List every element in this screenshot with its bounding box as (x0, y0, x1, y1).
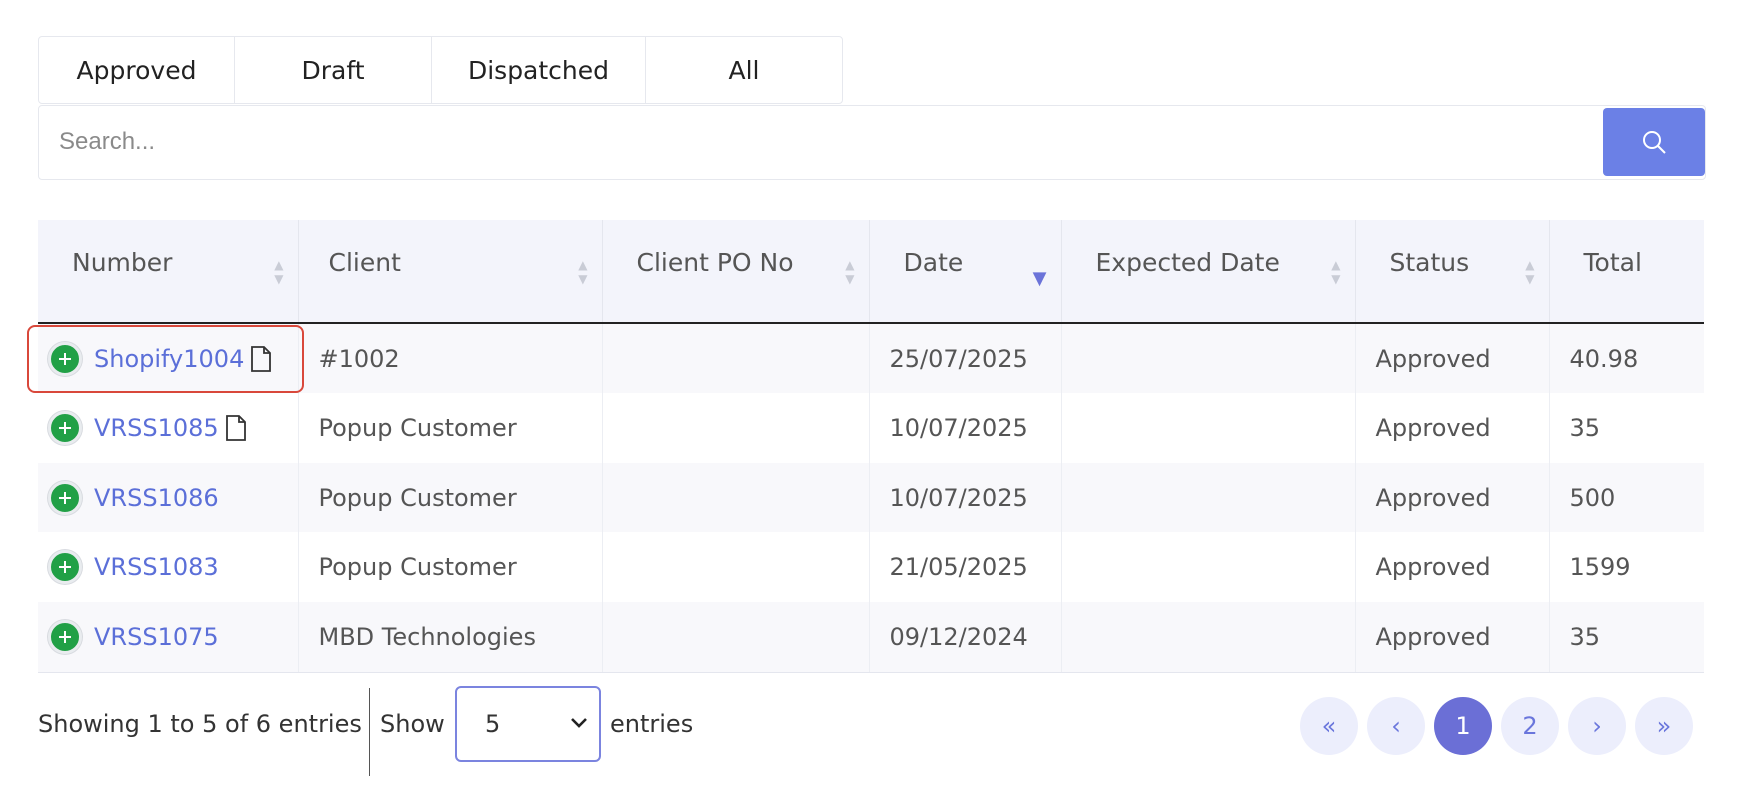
cell-client: Popup Customer (298, 393, 603, 463)
cell-expected-date (1061, 323, 1356, 393)
cell-status: Approved (1355, 532, 1550, 602)
expand-row-icon[interactable] (48, 341, 82, 376)
table-row: VRSS1083 Popup Customer 21/05/2025 Appro… (38, 532, 1704, 602)
entries-info: Showing 1 to 5 of 6 entries (38, 710, 362, 738)
header-label: Status (1389, 248, 1470, 277)
table-row: VRSS1086 Popup Customer 10/07/2025 Appro… (38, 463, 1704, 532)
cell-client-po (602, 393, 870, 463)
header-date[interactable]: Date ▼ (869, 220, 1062, 324)
header-client-po[interactable]: Client PO No ▲ ▼ (602, 220, 870, 324)
cell-total: 35 (1549, 393, 1704, 463)
cell-total: 35 (1549, 602, 1704, 673)
table-row: VRSS1085 Popup Customer 10/07/2025 Appro… (38, 393, 1704, 463)
first-page-button[interactable]: « (1300, 697, 1358, 755)
cell-date: 09/12/2024 (869, 602, 1062, 673)
cell-expected-date (1061, 532, 1356, 602)
expand-row-icon[interactable] (48, 620, 82, 654)
cell-client: MBD Technologies (298, 602, 603, 673)
cell-client-po (602, 323, 870, 393)
header-client[interactable]: Client ▲ ▼ (298, 220, 603, 324)
tab-draft[interactable]: Draft (235, 37, 432, 103)
chevron-down-icon (571, 718, 587, 728)
cell-number: VRSS1075 (38, 602, 299, 673)
show-label: Show (380, 710, 445, 738)
page-size-select[interactable]: 5 (455, 686, 601, 762)
order-link[interactable]: VRSS1086 (94, 484, 219, 512)
order-link[interactable]: VRSS1083 (94, 553, 219, 581)
cell-client-po (602, 602, 870, 673)
cell-status: Approved (1355, 323, 1550, 393)
prev-page-button[interactable]: ‹ (1367, 697, 1425, 755)
header-label: Client (328, 248, 401, 277)
cell-status: Approved (1355, 463, 1550, 532)
search-button[interactable] (1603, 108, 1705, 176)
cell-number: Shopify1004 (38, 323, 299, 393)
header-status[interactable]: Status ▲ ▼ (1355, 220, 1550, 324)
sort-icon: ▲ ▼ (274, 258, 284, 286)
document-icon[interactable] (225, 415, 247, 441)
sort-icon: ▲ ▼ (1331, 258, 1341, 286)
table-row: VRSS1075 MBD Technologies 09/12/2024 App… (38, 602, 1704, 673)
cell-expected-date (1061, 463, 1356, 532)
expand-row-icon[interactable] (48, 550, 82, 584)
cell-number: VRSS1086 (38, 463, 299, 532)
cell-client: Popup Customer (298, 463, 603, 532)
header-label: Number (72, 248, 173, 277)
order-link[interactable]: VRSS1075 (94, 623, 219, 651)
search-bar (38, 105, 1706, 180)
page-size-value: 5 (485, 710, 501, 738)
last-page-button[interactable]: » (1635, 697, 1693, 755)
expand-row-icon[interactable] (48, 480, 82, 515)
cell-client: #1002 (298, 323, 603, 393)
expand-row-icon[interactable] (48, 411, 82, 445)
cell-expected-date (1061, 602, 1356, 673)
orders-table: Number ▲ ▼ Client ▲ ▼ Client PO No ▲ ▼ Date ▼ E… (38, 220, 1704, 673)
cell-date: 21/05/2025 (869, 532, 1062, 602)
cell-number: VRSS1085 (38, 393, 299, 463)
tab-dispatched[interactable]: Dispatched (432, 37, 646, 103)
divider (369, 688, 370, 776)
sort-icon: ▲ ▼ (578, 258, 588, 286)
cell-date: 10/07/2025 (869, 463, 1062, 532)
cell-total: 1599 (1549, 532, 1704, 602)
search-input[interactable] (39, 106, 1599, 177)
header-label: Date (903, 248, 964, 277)
order-link[interactable]: Shopify1004 (94, 345, 244, 373)
cell-status: Approved (1355, 602, 1550, 673)
status-tabs: Approved Draft Dispatched All (38, 36, 843, 104)
document-icon[interactable] (250, 345, 272, 372)
next-page-button[interactable]: › (1568, 697, 1626, 755)
page-1-button[interactable]: 1 (1434, 697, 1492, 755)
entries-label: entries (610, 710, 694, 738)
header-total[interactable]: Total (1549, 220, 1704, 324)
orders-page: Approved Draft Dispatched All Number ▲▼ C… (0, 0, 1740, 799)
header-label: Expected Date (1095, 248, 1280, 277)
cell-client: Popup Customer (298, 532, 603, 602)
search-icon (1643, 131, 1666, 154)
tab-all[interactable]: All (646, 37, 842, 103)
cell-client-po (602, 532, 870, 602)
header-expected-date[interactable]: Expected Date ▲ ▼ (1061, 220, 1356, 324)
order-link[interactable]: VRSS1085 (94, 414, 219, 442)
header-label: Client PO No (636, 248, 794, 277)
cell-date: 10/07/2025 (869, 393, 1062, 463)
header-label: Total (1583, 248, 1642, 277)
page-2-button[interactable]: 2 (1501, 697, 1559, 755)
header-number[interactable]: Number ▲ ▼ (38, 220, 299, 324)
table-row: Shopify1004 #1002 25/07/2025 Approved 40… (38, 323, 1704, 393)
cell-client-po (602, 463, 870, 532)
cell-total: 500 (1549, 463, 1704, 532)
cell-date: 25/07/2025 (869, 323, 1062, 393)
cell-expected-date (1061, 393, 1356, 463)
table-header-row: Number ▲ ▼ Client ▲ ▼ Client PO No ▲ ▼ Date ▼ E… (38, 220, 1704, 324)
cell-total: 40.98 (1549, 323, 1704, 393)
sort-desc-icon: ▼ (1032, 268, 1047, 289)
sort-icon: ▲ ▼ (1525, 258, 1535, 286)
sort-icon: ▲ ▼ (845, 258, 855, 286)
tab-approved[interactable]: Approved (39, 37, 235, 103)
cell-status: Approved (1355, 393, 1550, 463)
cell-number: VRSS1083 (38, 532, 299, 602)
